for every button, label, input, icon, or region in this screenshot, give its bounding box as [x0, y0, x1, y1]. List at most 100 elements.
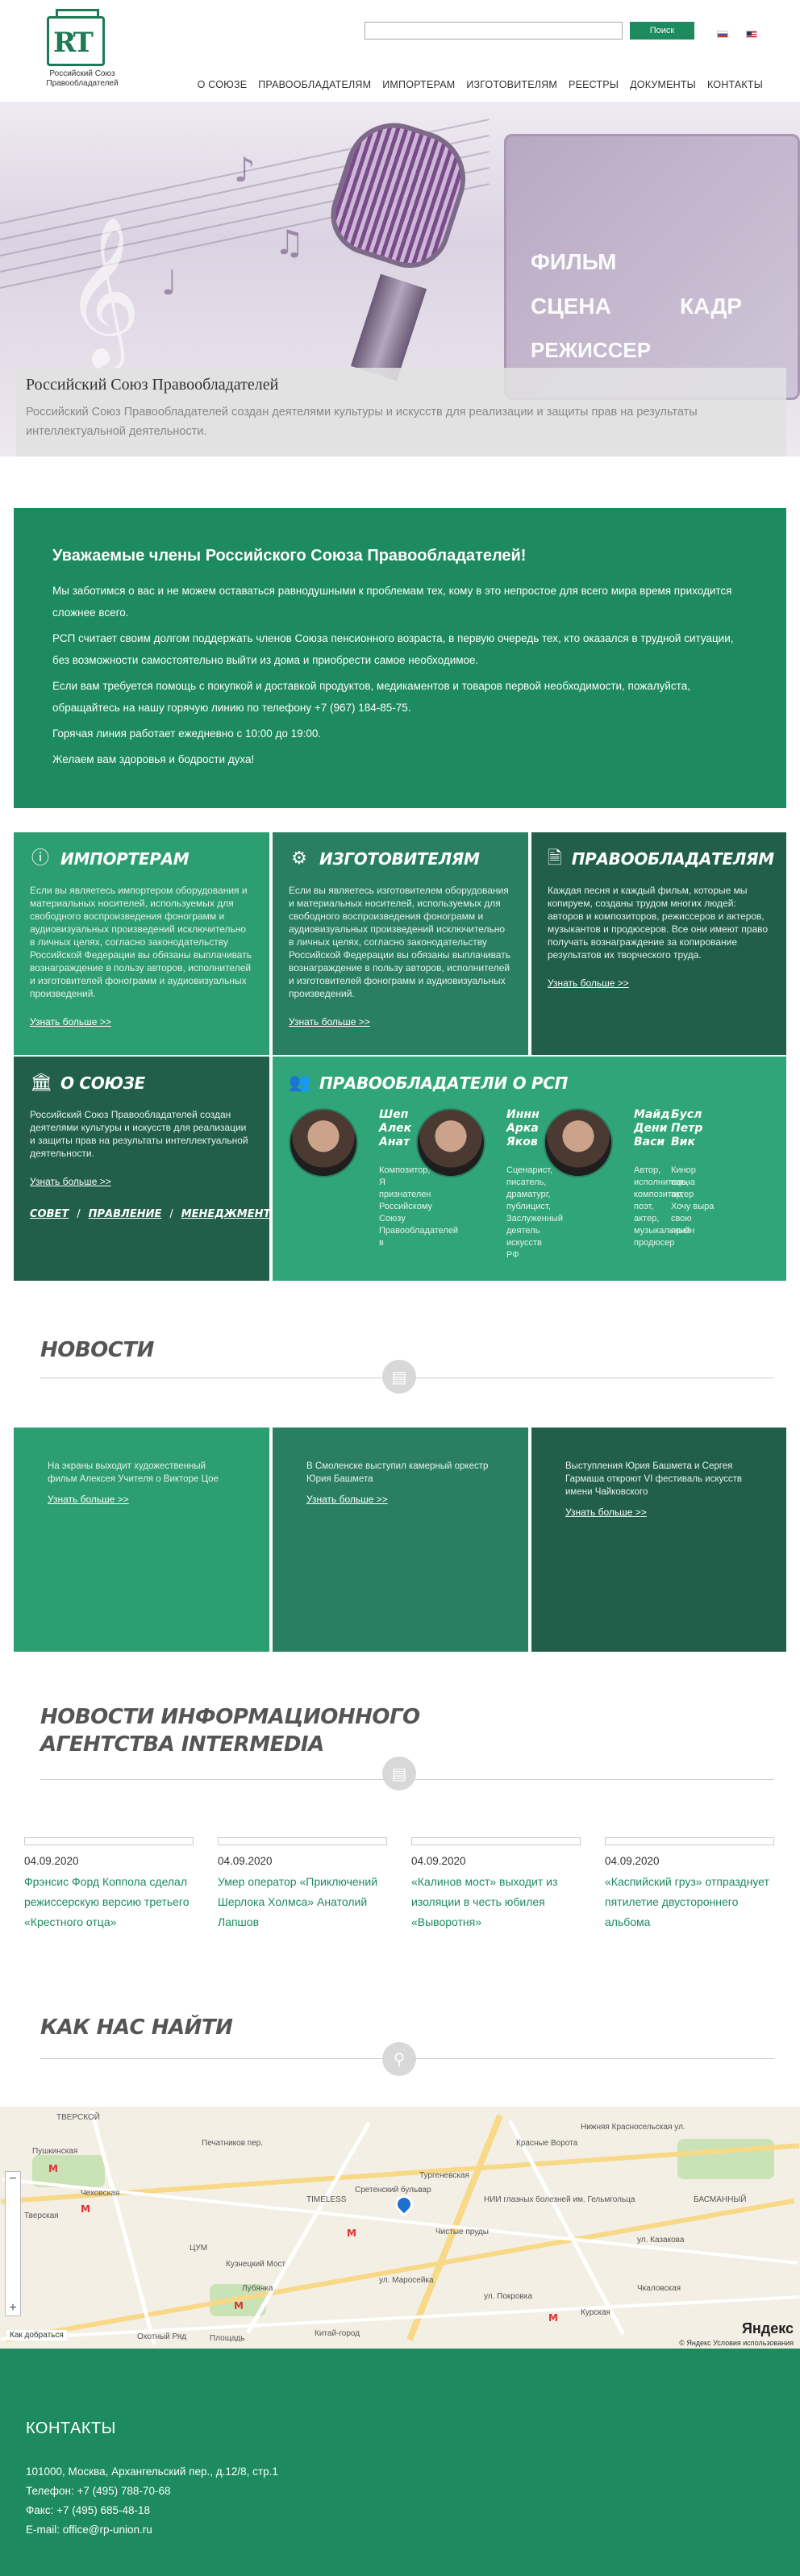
avatar [544, 1108, 613, 1178]
site-logo[interactable]: RT Российский Союз Правообладателей [42, 9, 123, 94]
map-copyright[interactable]: © Яндекс Условия использования [679, 2339, 794, 2347]
flag-en-icon[interactable] [746, 31, 757, 38]
learn-more-link[interactable]: Узнать больше >> [548, 977, 770, 989]
news-text: В Смоленске выступил камерный оркестр Юр… [306, 1461, 489, 1484]
zoom-in-icon[interactable]: − [6, 2172, 20, 2186]
news-title[interactable]: Умер оператор «Приключений Шерлока Холмс… [218, 1872, 390, 1932]
news-title[interactable]: «Каспийский груз» отпразднует пятилетие … [605, 1872, 777, 1932]
nav-documents[interactable]: ДОКУМЕНТЫ [630, 79, 696, 90]
flag-ru-icon[interactable] [717, 31, 728, 38]
treble-clef-icon: 𝄞 [65, 215, 141, 365]
tile-text: Если вы являетесь изготовителем оборудов… [289, 885, 510, 999]
site-header: RT Российский Союз Правообладателей Поис… [0, 0, 800, 102]
nav-rightholders[interactable]: ПРАВООБЛАДАТЕЛЯМ [258, 79, 371, 90]
nav-registries[interactable]: РЕЕСТРЫ [569, 79, 619, 90]
tile-title[interactable]: ИМПОРТЕРАМ [60, 849, 190, 869]
music-note-icon: ♩ [161, 263, 177, 302]
music-note-icon: ♪ [234, 150, 256, 190]
tile-importers: ⓘ ИМПОРТЕРАМ Если вы являетесь импортеро… [14, 832, 269, 1055]
news-date: 04.09.2020 [411, 1855, 466, 1867]
news-text: Выступления Юрия Башмета и Сергея Гармаш… [565, 1461, 743, 1497]
news-card: В Смоленске выступил камерный оркестр Юр… [273, 1428, 528, 1652]
music-note-icon: ♫ [274, 223, 305, 262]
holders-carousel: Шеп Алек Анат Композитор, Я признателен … [289, 1108, 770, 1269]
council-link[interactable]: СОВЕТ [30, 1208, 69, 1220]
main-nav: О СОЮЗЕ ПРАВООБЛАДАТЕЛЯМ ИМПОРТЕРАМ ИЗГО… [198, 79, 763, 90]
news-title[interactable]: «Калинов мост» выходит из изоляции в чес… [411, 1872, 584, 1932]
holder-card[interactable]: Шеп Алек Анат Композитор, Я признателен … [289, 1108, 458, 1269]
location-map[interactable]: ТВЕРСКОЙ Пушкинская Чеховская Тверская Л… [0, 2107, 800, 2349]
holder-card[interactable]: Майд Дени Васи Автор, исполнитель, компо… [544, 1108, 690, 1269]
newspaper-icon: ▤ [382, 1757, 416, 1790]
avatar [416, 1108, 485, 1178]
intermedia-item[interactable]: 04.09.2020 Фрэнсис Форд Коппола сделал р… [24, 1837, 197, 1932]
board-link[interactable]: ПРАВЛЕНИЕ [89, 1208, 162, 1220]
image-placeholder [218, 1837, 387, 1845]
hero-text: Российский Союз Правообладателей создан … [26, 406, 698, 438]
news-heading: НОВОСТИ [40, 1338, 154, 1362]
council-links: СОВЕТ / ПРАВЛЕНИЕ / МЕНЕДЖМЕНТ [30, 1208, 269, 1220]
logo-text: Российский Союз Правообладателей [42, 69, 123, 89]
search-button[interactable]: Поиск [630, 22, 694, 40]
directions-link[interactable]: Как добраться [6, 2330, 67, 2340]
logo-mark-letters: RT [53, 27, 94, 59]
map-marker-icon[interactable] [391, 2191, 417, 2217]
announcement-paragraph: Желаем вам здоровья и бодрости духа! [52, 753, 255, 765]
learn-more-link[interactable]: Узнать больше >> [30, 1016, 253, 1027]
management-link[interactable]: МЕНЕДЖМЕНТ [181, 1208, 269, 1220]
news-title[interactable]: Фрэнсис Форд Коппола сделал режиссерскую… [24, 1872, 197, 1932]
intermedia-item[interactable]: 04.09.2020 Умер оператор «Приключений Ше… [218, 1837, 390, 1932]
nav-manufacturers[interactable]: ИЗГОТОВИТЕЛЯМ [466, 79, 557, 90]
tile-text: Российский Союз Правообладателей создан … [30, 1109, 248, 1159]
contacts-title: КОНТАКТЫ [26, 2420, 116, 2437]
separator: / [77, 1208, 81, 1220]
learn-more-link[interactable]: Узнать больше >> [48, 1494, 235, 1505]
news-card: На экраны выходит художественный фильм А… [14, 1428, 269, 1652]
intermedia-item[interactable]: 04.09.2020 «Калинов мост» выходит из изо… [411, 1837, 584, 1932]
tile-manufacturers: ⚙ ИЗГОТОВИТЕЛЯМ Если вы являетесь изгото… [273, 832, 528, 1055]
holder-card[interactable]: Бусл Петр Вик Кинор сцена актер Хочу выр… [671, 1108, 735, 1269]
tile-title[interactable]: ПРАВООБЛАДАТЕЛИ О РСП [319, 1073, 568, 1093]
learn-more-link[interactable]: Узнать больше >> [30, 1176, 253, 1187]
learn-more-link[interactable]: Узнать больше >> [289, 1016, 512, 1027]
image-placeholder [411, 1837, 581, 1845]
announcement-paragraph: Горячая линия работает ежедневно с 10:00… [52, 727, 322, 740]
logo-mark: RT [47, 9, 105, 66]
learn-more-link[interactable]: Узнать больше >> [306, 1494, 494, 1505]
gear-icon: ⚙ [291, 848, 307, 869]
intermedia-item[interactable]: 04.09.2020 «Каспийский груз» отпразднует… [605, 1837, 777, 1932]
holder-name: Бусл Петр Вик [671, 1108, 703, 1148]
info-icon: ⓘ [31, 848, 49, 869]
tile-title[interactable]: ПРАВООБЛАДАТЕЛЯМ [572, 849, 774, 869]
contacts-fax: Факс: +7 (495) 685-48-18 [26, 2504, 151, 2516]
intermedia-heading-line2: АГЕНТСТВА INTERMEDIA [40, 1732, 324, 1757]
tile-text: Каждая песня и каждый фильм, которые мы … [548, 885, 769, 961]
yandex-logo[interactable]: Яндекс [742, 2320, 794, 2337]
tile-title[interactable]: О СОЮЗЕ [60, 1073, 145, 1093]
announcement-block: Уважаемые члены Российского Союза Правоо… [14, 508, 786, 808]
zoom-out-icon[interactable]: + [6, 2301, 20, 2315]
tile-rightholders: 🗎 ПРАВООБЛАДАТЕЛЯМ Каждая песня и каждый… [531, 832, 786, 1055]
logo-text-line1: Российский Союз [49, 69, 115, 78]
nav-importers[interactable]: ИМПОРТЕРАМ [382, 79, 455, 90]
tile-holders-testimonials: 👥 ПРАВООБЛАДАТЕЛИ О РСП Шеп Алек Анат Ко… [273, 1057, 786, 1281]
intermedia-heading-line1: НОВОСТИ ИНФОРМАЦИОННОГО [40, 1705, 420, 1729]
news-date: 04.09.2020 [605, 1855, 660, 1867]
hero-title: Российский Союз Правообладателей [26, 376, 279, 394]
search-input[interactable] [365, 22, 623, 40]
nav-contacts[interactable]: КОНТАКТЫ [707, 79, 763, 90]
tile-title[interactable]: ИЗГОТОВИТЕЛЯМ [319, 849, 480, 869]
contacts-phone[interactable]: Телефон: +7 (495) 788-70-68 [26, 2482, 774, 2501]
location-pin-icon: ⚲ [382, 2042, 416, 2076]
holder-card[interactable]: Иннн Арка Яков Сценарист, писатель, драм… [416, 1108, 563, 1269]
intermedia-heading: НОВОСТИ ИНФОРМАЦИОННОГО АГЕНТСТВА INTERM… [40, 1703, 420, 1758]
users-icon: 👥 [289, 1073, 311, 1093]
image-placeholder [605, 1837, 774, 1845]
contacts-email[interactable]: E-mail: office@rp-union.ru [26, 2520, 774, 2540]
learn-more-link[interactable]: Узнать больше >> [565, 1507, 752, 1518]
avatar [289, 1108, 358, 1178]
nav-about[interactable]: О СОЮЗЕ [198, 79, 248, 90]
document-icon: 🗎 [548, 848, 562, 869]
map-zoom-control[interactable]: − + [5, 2171, 21, 2316]
separator: / [169, 1208, 173, 1220]
